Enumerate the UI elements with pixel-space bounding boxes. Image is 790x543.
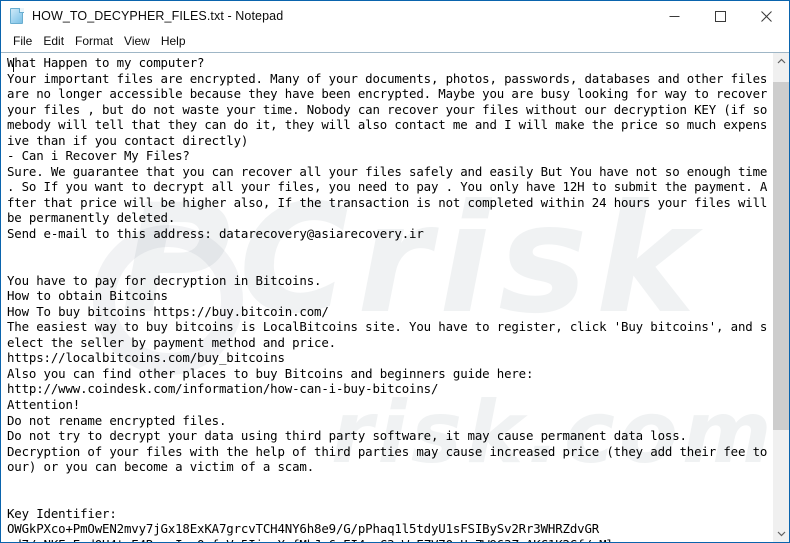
maximize-icon (714, 10, 726, 22)
text-editor-area[interactable]: PCrisk risk.com What Happen to my comput… (1, 53, 772, 542)
notepad-document-icon (9, 7, 26, 25)
chevron-down-icon (777, 531, 785, 537)
scrollbar-thumb[interactable] (773, 82, 789, 430)
text-caret (13, 58, 14, 72)
chevron-up-icon (777, 58, 785, 64)
vertical-scrollbar[interactable] (772, 53, 789, 542)
close-button[interactable] (743, 1, 789, 31)
editor-region: PCrisk risk.com What Happen to my comput… (1, 52, 789, 542)
menu-bar: File Edit Format View Help (1, 31, 789, 52)
close-icon (760, 10, 772, 22)
window-title: HOW_TO_DECYPHER_FILES.txt - Notepad (32, 9, 284, 23)
menu-item-file[interactable]: File (8, 32, 38, 51)
menu-item-help[interactable]: Help (156, 32, 192, 51)
menu-item-edit[interactable]: Edit (38, 32, 70, 51)
menu-item-view[interactable]: View (119, 32, 156, 51)
minimize-icon (669, 15, 679, 17)
scrollbar-track[interactable] (773, 70, 789, 525)
ransom-note-text[interactable]: What Happen to my computer? Your importa… (7, 55, 772, 542)
window-controls (651, 1, 789, 31)
title-bar: HOW_TO_DECYPHER_FILES.txt - Notepad (1, 1, 789, 31)
minimize-button[interactable] (651, 1, 697, 31)
maximize-button[interactable] (697, 1, 743, 31)
scroll-up-button[interactable] (772, 53, 789, 70)
scroll-down-button[interactable] (772, 525, 789, 542)
menu-item-format[interactable]: Format (70, 32, 119, 51)
notepad-window: HOW_TO_DECYPHER_FILES.txt - Notepad File… (0, 0, 790, 543)
